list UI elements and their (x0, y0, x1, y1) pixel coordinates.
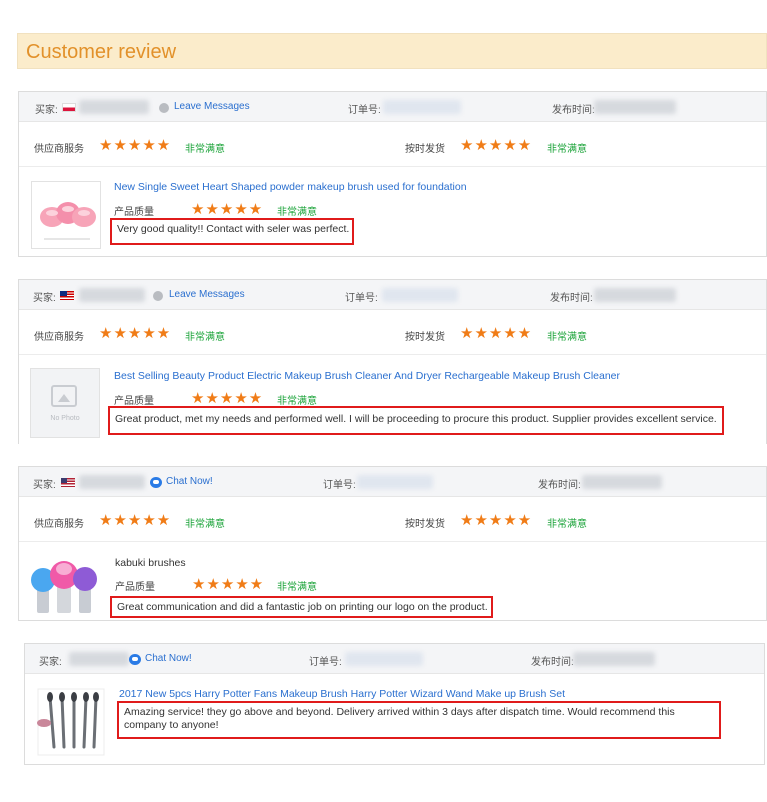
message-icon (159, 103, 169, 113)
post-time-label: 发布时间: (550, 293, 593, 304)
rating-row: 供应商服务 ★★★★★ 非常满意 按时发货 ★★★★★ 非常满意 (19, 311, 766, 355)
supplier-service-verdict: 非常满意 (185, 144, 225, 155)
post-time-label: 发布时间: (531, 657, 574, 668)
no-photo-placeholder: No Photo (31, 369, 99, 437)
order-number-redacted (383, 100, 461, 114)
supplier-service-stars: ★★★★★ (99, 137, 172, 154)
on-time-delivery-label: 按时发货 (405, 332, 445, 343)
buyer-name-redacted (79, 100, 149, 114)
rating-row: 供应商服务 ★★★★★ 非常满意 按时发货 ★★★★★ 非常满意 (19, 123, 766, 167)
supplier-service-verdict: 非常满意 (185, 519, 225, 530)
buyer-name-redacted (79, 475, 145, 489)
order-number-redacted (345, 652, 423, 666)
buyer-label: 买家: (35, 105, 58, 116)
post-time-redacted (594, 100, 676, 114)
product-quality-verdict: 非常满意 (277, 207, 317, 218)
post-time-label: 发布时间: (538, 480, 581, 491)
order-number-label: 订单号: (348, 105, 381, 116)
harry-potter-brush-image (37, 688, 105, 756)
product-title-link[interactable]: New Single Sweet Heart Shaped powder mak… (114, 181, 467, 193)
poland-flag-icon (62, 103, 76, 112)
review-card: 买家: Chat Now! 订单号: 发布时间: 2017 New 5pcs H… (24, 643, 765, 765)
product-thumbnail[interactable] (31, 181, 101, 249)
order-number-label: 订单号: (345, 293, 378, 304)
chat-now-link[interactable]: Chat Now! (145, 653, 192, 664)
order-number-redacted (357, 475, 433, 489)
on-time-delivery-verdict: 非常满意 (547, 519, 587, 530)
chat-icon (150, 477, 162, 488)
message-icon (153, 291, 163, 301)
usa-flag-icon (61, 478, 75, 487)
supplier-service-stars: ★★★★★ (99, 325, 172, 342)
product-quality-stars: ★★★★★ (191, 390, 264, 407)
supplier-service-label: 供应商服务 (34, 332, 84, 343)
review-text: Great communication and did a fantastic … (110, 596, 493, 618)
no-photo-text: No Photo (50, 415, 80, 422)
product-thumbnail[interactable]: No Photo (30, 368, 100, 438)
review-text: Great product, met my needs and performe… (108, 406, 724, 435)
kabuki-brush-image (31, 561, 97, 613)
buyer-label: 买家: (39, 657, 62, 668)
supplier-service-label: 供应商服务 (34, 519, 84, 530)
buyer-label: 买家: (33, 480, 56, 491)
order-number-label: 订单号: (309, 657, 342, 668)
buyer-name-redacted (69, 652, 129, 666)
review-card: 买家: Leave Messages 订单号: 发布时间: 供应商服务 ★★★★… (18, 279, 767, 444)
product-quality-label: 产品质量 (114, 396, 154, 407)
supplier-service-label: 供应商服务 (34, 144, 84, 155)
chat-icon (129, 654, 141, 665)
product-quality-verdict: 非常满意 (277, 582, 317, 593)
review-text: Amazing service! they go above and beyon… (117, 701, 721, 739)
on-time-delivery-stars: ★★★★★ (460, 325, 533, 342)
malaysia-flag-icon (60, 291, 74, 300)
review-header: 买家: Leave Messages 订单号: 发布时间: (19, 92, 766, 122)
product-quality-stars: ★★★★★ (192, 576, 265, 593)
leave-messages-link[interactable]: Leave Messages (174, 101, 250, 112)
rating-row: 供应商服务 ★★★★★ 非常满意 按时发货 ★★★★★ 非常满意 (19, 498, 766, 542)
on-time-delivery-label: 按时发货 (405, 144, 445, 155)
heart-sponge-image (40, 202, 96, 240)
review-card: 买家: Chat Now! 订单号: 发布时间: 供应商服务 ★★★★★ 非常满… (18, 466, 767, 621)
product-thumbnail[interactable] (31, 555, 101, 617)
page-title: Customer review (17, 33, 767, 69)
review-card: 买家: Leave Messages 订单号: 发布时间: 供应商服务 ★★★★… (18, 91, 767, 257)
supplier-service-stars: ★★★★★ (99, 512, 172, 529)
post-time-label: 发布时间: (552, 105, 595, 116)
review-header: 买家: Leave Messages 订单号: 发布时间: (19, 280, 766, 310)
on-time-delivery-stars: ★★★★★ (460, 512, 533, 529)
post-time-redacted (582, 475, 662, 489)
order-number-redacted (382, 288, 458, 302)
product-quality-verdict: 非常满意 (277, 396, 317, 407)
product-title-link[interactable]: 2017 New 5pcs Harry Potter Fans Makeup B… (119, 688, 565, 700)
post-time-redacted (594, 288, 676, 302)
product-title-link[interactable]: Best Selling Beauty Product Electric Mak… (114, 370, 620, 382)
on-time-delivery-verdict: 非常满意 (547, 144, 587, 155)
image-placeholder-icon (51, 385, 77, 407)
product-thumbnail[interactable] (36, 687, 106, 757)
on-time-delivery-label: 按时发货 (405, 519, 445, 530)
review-header: 买家: Chat Now! 订单号: 发布时间: (25, 644, 764, 674)
buyer-label: 买家: (33, 293, 56, 304)
supplier-service-verdict: 非常满意 (185, 332, 225, 343)
product-quality-label: 产品质量 (115, 582, 155, 593)
product-quality-stars: ★★★★★ (191, 201, 264, 218)
buyer-name-redacted (79, 288, 145, 302)
product-quality-label: 产品质量 (114, 207, 154, 218)
leave-messages-link[interactable]: Leave Messages (169, 289, 245, 300)
order-number-label: 订单号: (323, 480, 356, 491)
post-time-redacted (573, 652, 655, 666)
review-header: 买家: Chat Now! 订单号: 发布时间: (19, 467, 766, 497)
review-text: Very good quality!! Contact with seler w… (110, 218, 354, 245)
chat-now-link[interactable]: Chat Now! (166, 476, 213, 487)
product-title: kabuki brushes (115, 557, 186, 569)
on-time-delivery-stars: ★★★★★ (460, 137, 533, 154)
on-time-delivery-verdict: 非常满意 (547, 332, 587, 343)
